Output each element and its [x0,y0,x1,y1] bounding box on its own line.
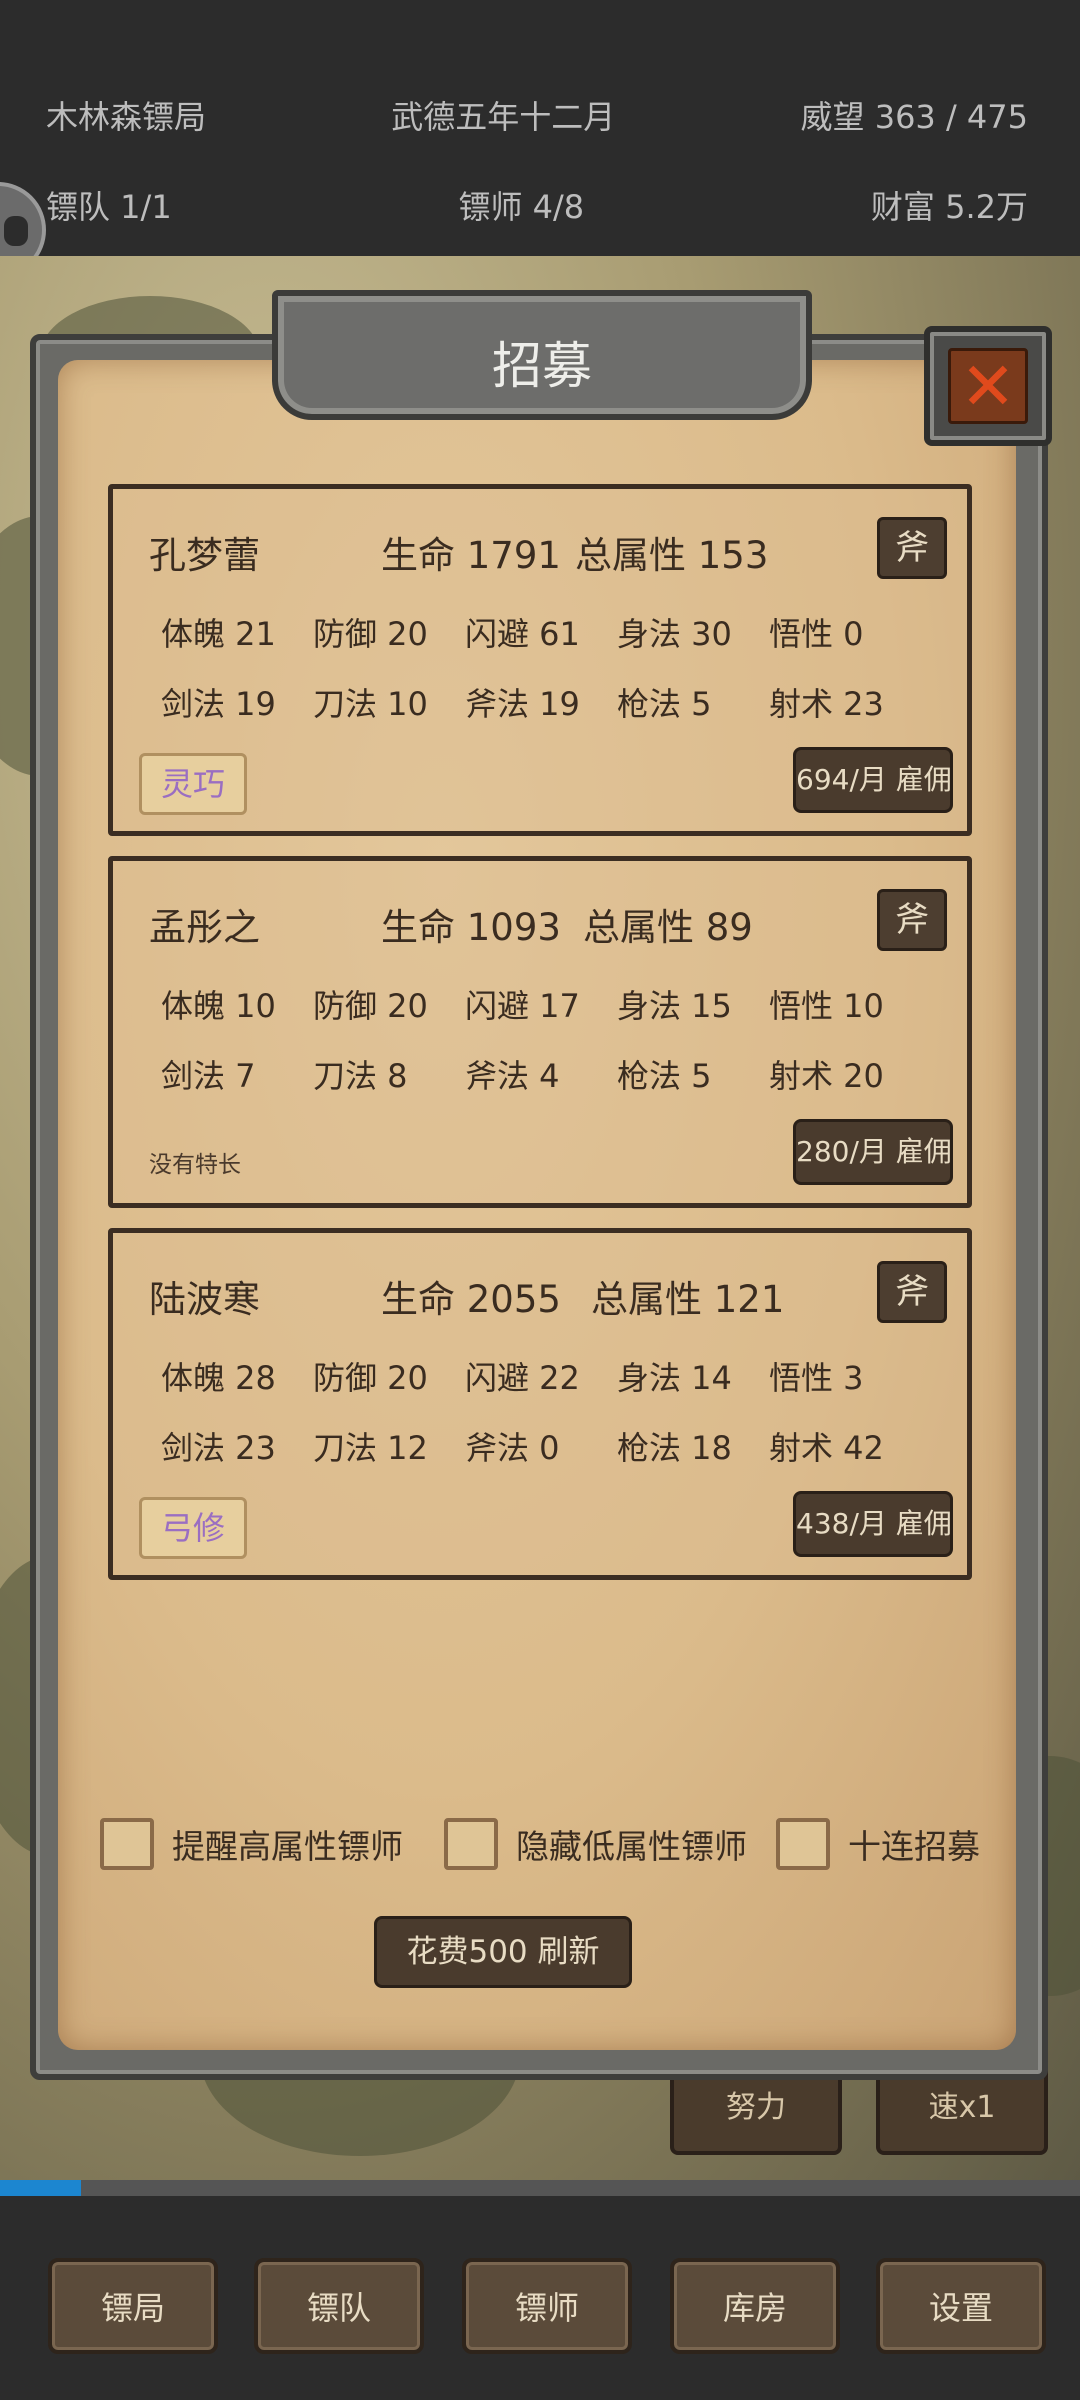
stats-row-body: 体魄 21 防御 20 闪避 61 身法 30 悟性 0 [161,609,921,655]
no-trait-label: 没有特长 [149,1152,241,1178]
bottom-nav: 镖局 镖队 镖师 库房 设置 [0,2196,1080,2400]
weapon-badge[interactable]: 斧 [877,517,947,579]
stat: 剑法 23 [161,1429,276,1467]
stat: 射术 23 [769,685,884,723]
candidate-name: 孟彤之 [149,906,260,949]
trait-tag[interactable]: 灵巧 [139,753,247,815]
candidate-name: 陆波寒 [149,1278,260,1321]
hide-low-label: 隐藏低属性镖师 [516,1827,747,1866]
status-row-2: 镖队 1/1 镖师 4/8 财富 5.2万 [46,182,1028,228]
pause-icon [4,216,28,246]
prestige-value: 威望 363 / 475 [800,98,1028,136]
candidate-card: 孟彤之 生命 1093 总属性 89 斧 体魄 10 防御 20 闪避 17 身… [108,856,972,1208]
stat: 剑法 19 [161,685,276,723]
trait-tag[interactable]: 弓修 [139,1497,247,1559]
stat: 刀法 10 [313,685,428,723]
stat: 射术 42 [769,1429,884,1467]
remind-high-checkbox[interactable] [100,1818,154,1870]
wealth-value: 财富 5.2万 [870,188,1028,226]
hire-button[interactable]: 694/月 雇佣 [793,747,953,813]
status-row-1: 木林森镖局 武德五年十二月 威望 363 / 475 [46,92,1028,138]
ten-draw-label: 十连招募 [848,1827,980,1866]
stat: 体魄 10 [161,987,276,1025]
weapon-badge[interactable]: 斧 [877,889,947,951]
team-count: 镖队 1/1 [46,188,172,226]
nav-escorts[interactable]: 镖师 [462,2258,632,2354]
hide-low-checkbox[interactable] [444,1818,498,1870]
company-name: 木林森镖局 [46,98,207,136]
stat: 防御 20 [313,987,428,1025]
stat: 体魄 21 [161,615,276,653]
dialog-title-plate: 招募 [272,290,812,420]
escort-count: 镖师 4/8 [458,188,585,226]
progress-fill [0,2180,81,2196]
stat: 闪避 61 [465,615,580,653]
progress-bar [0,2180,1080,2196]
candidate-life: 生命 2055 [381,1278,561,1321]
stat: 枪法 18 [617,1429,732,1467]
stat: 斧法 19 [465,685,580,723]
stat: 斧法 4 [465,1057,560,1095]
stats-row-weapons: 剑法 19 刀法 10 斧法 19 枪法 5 射术 23 [161,679,921,725]
stats-row-body: 体魄 28 防御 20 闪避 22 身法 14 悟性 3 [161,1353,921,1399]
candidate-life: 生命 1093 [381,906,561,949]
refresh-button[interactable]: 花费500 刷新 [374,1916,632,1988]
stat: 身法 30 [617,615,732,653]
candidate-card: 陆波寒 生命 2055 总属性 121 斧 体魄 28 防御 20 闪避 22 … [108,1228,972,1580]
dialog-title: 招募 [492,337,592,395]
game-date: 武德五年十二月 [391,98,616,136]
candidate-life: 生命 1791 [381,534,561,577]
stat: 枪法 5 [617,1057,712,1095]
stat: 刀法 12 [313,1429,428,1467]
nav-team[interactable]: 镖队 [254,2258,424,2354]
stat: 体魄 28 [161,1359,276,1397]
candidate-card: 孔梦蕾 生命 1791 总属性 153 斧 体魄 21 防御 20 闪避 61 … [108,484,972,836]
close-x-icon: ✕ [948,348,1028,424]
candidate-name: 孔梦蕾 [149,534,260,577]
stat: 悟性 3 [769,1359,864,1397]
nav-storehouse[interactable]: 库房 [670,2258,840,2354]
stat: 悟性 0 [769,615,864,653]
nav-agency[interactable]: 镖局 [48,2258,218,2354]
stat: 枪法 5 [617,685,712,723]
stats-row-weapons: 剑法 23 刀法 12 斧法 0 枪法 18 射术 42 [161,1423,921,1469]
stat: 身法 15 [617,987,732,1025]
stat: 闪避 22 [465,1359,580,1397]
stats-row-weapons: 剑法 7 刀法 8 斧法 4 枪法 5 射术 20 [161,1051,921,1097]
remind-high-option[interactable]: 提醒高属性镖师 [100,1818,403,1870]
stat: 身法 14 [617,1359,732,1397]
hide-low-option[interactable]: 隐藏低属性镖师 [444,1818,747,1870]
stat: 防御 20 [313,615,428,653]
stat: 悟性 10 [769,987,884,1025]
stat: 防御 20 [313,1359,428,1397]
candidate-total: 总属性 121 [591,1278,785,1321]
ten-draw-option[interactable]: 十连招募 [776,1818,980,1870]
status-header: 木林森镖局 武德五年十二月 威望 363 / 475 镖队 1/1 镖师 4/8… [0,0,1080,256]
remind-high-label: 提醒高属性镖师 [172,1827,403,1866]
candidate-total: 总属性 153 [575,534,769,577]
weapon-badge[interactable]: 斧 [877,1261,947,1323]
stat: 射术 20 [769,1057,884,1095]
stat: 刀法 8 [313,1057,408,1095]
stat: 剑法 7 [161,1057,256,1095]
candidate-total: 总属性 89 [583,906,753,949]
stat: 闪避 17 [465,987,580,1025]
ten-draw-checkbox[interactable] [776,1818,830,1870]
stat: 斧法 0 [465,1429,560,1467]
hire-button[interactable]: 280/月 雇佣 [793,1119,953,1185]
nav-settings[interactable]: 设置 [876,2258,1046,2354]
hire-button[interactable]: 438/月 雇佣 [793,1491,953,1557]
stats-row-body: 体魄 10 防御 20 闪避 17 身法 15 悟性 10 [161,981,921,1027]
close-button[interactable]: ✕ [924,326,1052,446]
